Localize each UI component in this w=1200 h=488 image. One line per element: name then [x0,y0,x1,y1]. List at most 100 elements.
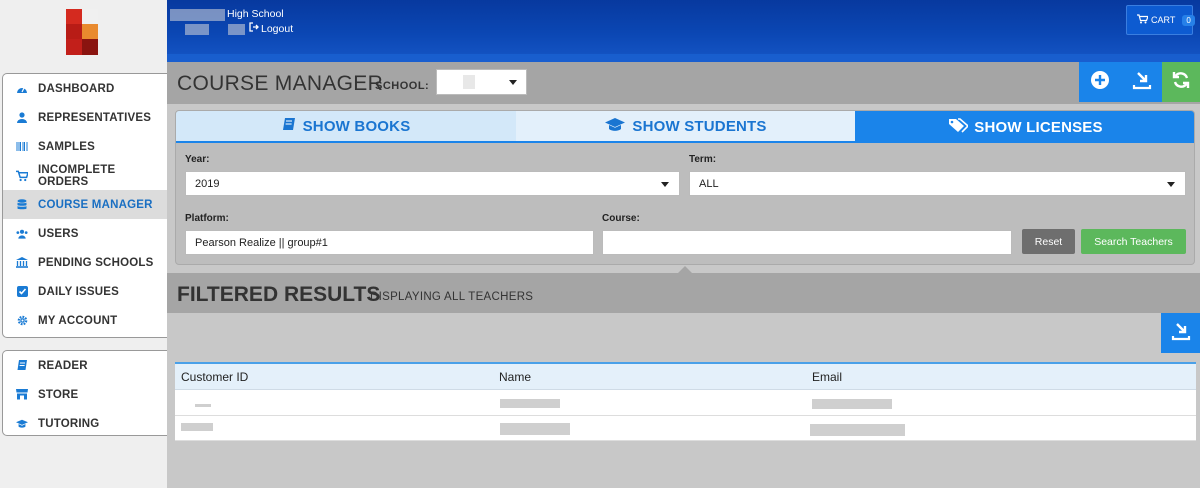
table-row[interactable] [175,391,1196,416]
redacted-text [500,399,560,408]
term-label: Term: [689,154,717,165]
year-value: 2019 [195,177,220,190]
year-label: Year: [185,154,210,165]
chevron-down-icon [509,80,517,85]
column-header-email[interactable]: Email [812,370,842,384]
sidebar-item-label: DAILY ISSUES [38,285,120,298]
tab-label: SHOW LICENSES [974,118,1103,136]
school-label: SCHOOL: [375,80,430,92]
cart-label: CART [1151,15,1176,25]
sidebar-item-daily-issues[interactable]: DAILY ISSUES [3,277,167,306]
sidebar-item-course-manager[interactable]: COURSE MANAGER [3,190,167,219]
sidebar-item-my-account[interactable]: MY ACCOUNT [3,306,167,335]
chevron-down-icon [1167,182,1175,187]
redacted-text [195,404,211,407]
sidebar-item-label: STORE [38,388,79,401]
platform-input[interactable]: Pearson Realize || group#1 [185,230,594,255]
year-select[interactable]: 2019 [185,171,680,196]
refresh-button[interactable] [1162,62,1200,102]
gear-icon [16,315,28,327]
results-title: FILTERED RESULTS [177,283,381,306]
table-header: Customer ID Name Email [175,364,1196,390]
dashboard-icon [16,83,28,95]
top-header [167,0,1200,62]
tab-show-licenses[interactable]: SHOW LICENSES [855,111,1194,143]
results-table: Customer ID Name Email [175,362,1196,441]
sidebar-item-samples[interactable]: SAMPLES [3,132,167,161]
logout-icon [249,22,259,35]
logout-link[interactable]: Logout [249,22,293,35]
column-header-name[interactable]: Name [499,370,531,384]
redacted-text [463,75,475,89]
sidebar-item-label: REPRESENTATIVES [38,111,152,124]
export-button[interactable] [1161,313,1200,353]
header-stripe [167,54,1200,62]
column-header-customer-id[interactable]: Customer ID [181,370,248,384]
sidebar-item-label: READER [38,359,88,372]
refresh-icon [1171,70,1191,95]
sidebar-item-label: SAMPLES [38,140,95,153]
sidebar-item-label: MY ACCOUNT [38,314,118,327]
book-icon [16,360,28,372]
sidebar-item-label: USERS [38,227,79,240]
school-name: High School [227,8,284,20]
sidebar-item-label: PENDING SCHOOLS [38,256,154,269]
institution-icon [16,257,28,269]
sidebar-item-label: INCOMPLETE ORDERS [38,163,116,188]
redacted-text [181,423,213,431]
store-icon [16,389,28,401]
sidebar-item-reader[interactable]: READER [3,351,167,380]
chevron-down-icon [661,182,669,187]
download-icon [1132,70,1152,95]
cart-button[interactable]: CART 0 [1126,5,1195,35]
results-subtitle: DISPLAYING ALL TEACHERS [370,291,534,303]
course-input[interactable] [602,230,1012,255]
page-title: COURSE MANAGER [177,72,384,95]
redacted-text [170,9,225,21]
sidebar-item-representatives[interactable]: REPRESENTATIVES [3,103,167,132]
sidebar-item-tutoring[interactable]: TUTORING [3,409,167,438]
barcode-icon [16,141,28,153]
tab-show-books[interactable]: SHOW BOOKS [176,111,516,143]
sidebar-item-dashboard[interactable]: DASHBOARD [3,74,167,103]
sidebar-item-label: COURSE MANAGER [38,198,153,211]
tags-icon [948,117,970,137]
sidebar-main-nav: DASHBOARD REPRESENTATIVES SAMPLES INCOMPLET… [2,73,167,338]
cart-count-badge: 0 [1182,14,1195,26]
redacted-text [812,399,892,409]
term-select[interactable]: ALL [689,171,1186,196]
tab-label: SHOW STUDENTS [632,117,767,135]
users-icon [16,228,28,240]
tab-label: SHOW BOOKS [302,117,411,135]
term-value: ALL [699,177,719,190]
search-teachers-button[interactable]: Search Teachers [1081,229,1186,254]
reset-button[interactable]: Reset [1022,229,1075,254]
user-icon [16,112,28,124]
cart-icon [16,170,28,182]
logout-label: Logout [261,22,294,35]
sidebar-secondary-nav: READER STORE TUTORING [2,350,167,436]
sidebar-item-store[interactable]: STORE [3,380,167,409]
logo [66,9,98,55]
tab-show-students[interactable]: SHOW STUDENTS [516,111,855,143]
sidebar-item-users[interactable]: USERS [3,219,167,248]
graduation-cap-icon [604,117,626,136]
cart-icon [1137,14,1149,26]
sidebar: DASHBOARD REPRESENTATIVES SAMPLES INCOMPLET… [0,0,167,488]
sidebar-item-pending-schools[interactable]: PENDING SCHOOLS [3,248,167,277]
plus-circle-icon [1090,70,1110,95]
graduation-cap-icon [16,418,28,430]
redacted-text [810,424,905,436]
book-icon [282,117,297,136]
school-select[interactable] [436,69,527,95]
add-button[interactable] [1079,62,1121,102]
course-label: Course: [602,213,640,224]
sidebar-item-incomplete-orders[interactable]: INCOMPLETE ORDERS [3,161,167,190]
table-row[interactable] [175,416,1196,441]
download-icon [1171,321,1191,346]
database-icon [16,198,28,211]
platform-value: Pearson Realize || group#1 [195,236,328,249]
redacted-text [185,24,209,35]
download-button[interactable] [1121,62,1162,102]
check-square-icon [16,286,28,298]
